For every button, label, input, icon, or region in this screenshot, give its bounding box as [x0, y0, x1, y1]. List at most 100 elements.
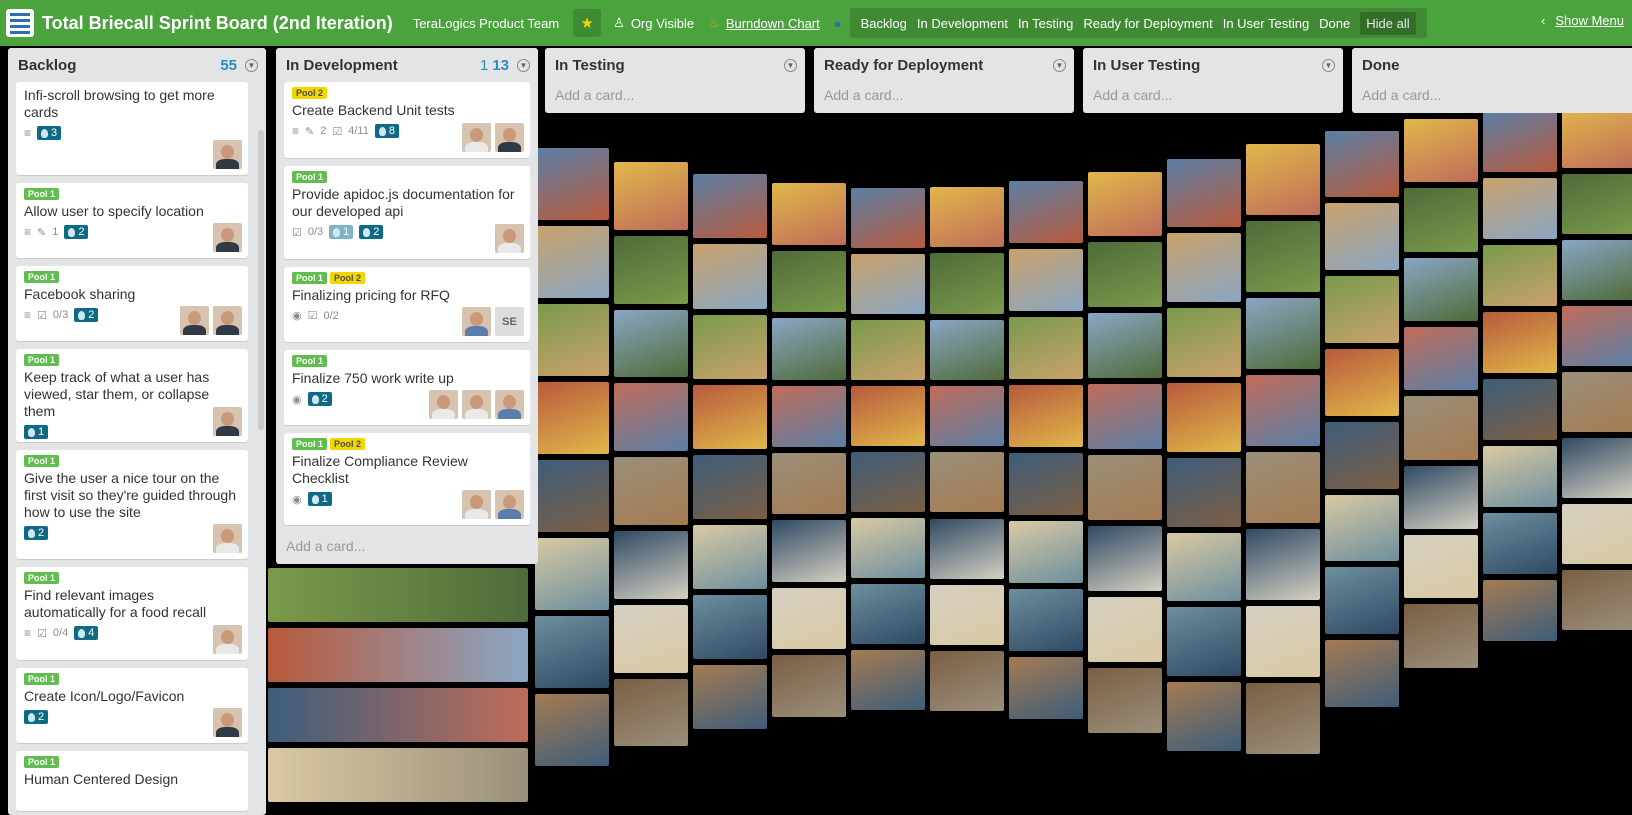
- background-photo-tile: [1562, 174, 1632, 235]
- background-photo-tile: [1562, 108, 1632, 169]
- avatar[interactable]: [213, 306, 242, 335]
- label-pool-1: Pool 1: [24, 188, 60, 200]
- chevron-down-icon[interactable]: ▼: [1322, 58, 1335, 72]
- card[interactable]: Infi-scroll browsing to get more cards ≡…: [16, 82, 248, 175]
- background-photo-tile: [693, 454, 767, 519]
- card[interactable]: Pool 1 Human Centered Design: [16, 751, 248, 811]
- points-badge-icon: [333, 227, 341, 237]
- card[interactable]: Pool 1 Create Icon/Logo/Favicon 2: [16, 668, 248, 743]
- chevron-left-icon: ‹: [1541, 13, 1546, 28]
- background-photo-tile: [772, 655, 846, 717]
- globe-icon[interactable]: ●: [834, 16, 842, 31]
- card[interactable]: Pool 1 Pool 2 Finalizing pricing for RFQ…: [284, 267, 530, 342]
- avatar[interactable]: [462, 307, 491, 336]
- chevron-down-icon[interactable]: ▼: [245, 58, 258, 72]
- points-value: 1: [343, 226, 350, 238]
- points-badge-icon: [311, 394, 319, 404]
- background-photo-tile: [930, 651, 1004, 712]
- background-photo-tile: [930, 452, 1004, 513]
- description-icon: ≡: [24, 626, 32, 640]
- background-photo-tile: [851, 518, 925, 579]
- label-pool-1: Pool 1: [24, 455, 60, 467]
- filter-in-testing[interactable]: In Testing: [1018, 16, 1073, 31]
- avatar[interactable]: [213, 625, 242, 654]
- label-pool-2: Pool 2: [330, 438, 366, 450]
- avatar[interactable]: [495, 123, 524, 152]
- add-card-button[interactable]: Add a card...: [822, 82, 1066, 113]
- avatar[interactable]: [495, 224, 524, 253]
- avatar[interactable]: [213, 140, 242, 169]
- avatar-initials[interactable]: SE: [495, 307, 524, 336]
- list-header[interactable]: In User Testing ▼: [1091, 48, 1335, 82]
- filter-in-user-testing[interactable]: In User Testing: [1223, 16, 1309, 31]
- background-photo-tile: [693, 594, 767, 660]
- card[interactable]: Pool 1 Keep track of what a user has vie…: [16, 349, 248, 442]
- background-photo-tile: [1562, 570, 1632, 631]
- add-card-button[interactable]: Add a card...: [1360, 82, 1624, 113]
- team-button[interactable]: TeraLogics Product Team: [413, 16, 559, 31]
- add-card-button[interactable]: Add a card...: [1091, 82, 1335, 113]
- card[interactable]: Pool 1 Pool 2 Finalize Compliance Review…: [284, 433, 530, 525]
- checklist-count: 0/4: [52, 627, 69, 639]
- filter-backlog[interactable]: Backlog: [861, 16, 907, 31]
- visibility-button[interactable]: ♙ Org Visible: [613, 15, 694, 31]
- hide-all-button[interactable]: Hide all: [1360, 11, 1416, 35]
- star-icon[interactable]: ★: [573, 9, 602, 37]
- board-title[interactable]: Total Briecall Sprint Board (2nd Iterati…: [42, 13, 393, 34]
- avatar[interactable]: [462, 123, 491, 152]
- chevron-down-icon[interactable]: ▼: [1053, 58, 1066, 72]
- avatar[interactable]: [180, 306, 209, 335]
- card[interactable]: Pool 1 Give the user a nice tour on the …: [16, 450, 248, 559]
- chevron-down-icon[interactable]: ▼: [784, 58, 797, 72]
- card-title: Finalize 750 work write up: [292, 370, 454, 386]
- avatar[interactable]: [495, 390, 524, 419]
- list-header[interactable]: Done: [1360, 48, 1624, 82]
- list-header[interactable]: Ready for Deployment ▼: [822, 48, 1066, 82]
- points-value: 1: [321, 493, 328, 505]
- add-card-button[interactable]: Add a card...: [284, 533, 530, 564]
- background-photo-tile: [535, 694, 609, 766]
- filter-ready-for-deployment[interactable]: Ready for Deployment: [1083, 16, 1212, 31]
- label-pool-2: Pool 2: [330, 272, 366, 284]
- background-photo-tile: [1009, 249, 1083, 312]
- comment-icon: ✎: [37, 226, 47, 239]
- background-photo-tile: [1325, 567, 1399, 635]
- avatar[interactable]: [213, 223, 242, 252]
- add-card-button[interactable]: Add a card...: [553, 82, 797, 113]
- avatar[interactable]: [213, 407, 242, 436]
- avatar[interactable]: [462, 490, 491, 519]
- list-header[interactable]: In Development 1 13 ▼: [284, 48, 530, 82]
- card[interactable]: Pool 1 Facebook sharing ≡ ☑ 0/3 2: [16, 266, 248, 341]
- card-count-sub: 1: [479, 56, 489, 74]
- card[interactable]: Pool 1 Provide apidoc.js documentation f…: [284, 166, 530, 259]
- avatar[interactable]: [213, 708, 242, 737]
- burndown-chart-link[interactable]: ♨ Burndown Chart: [708, 15, 820, 31]
- avatar[interactable]: [462, 390, 491, 419]
- avatar[interactable]: [429, 390, 458, 419]
- card[interactable]: Pool 1 Finalize 750 work write up ◉ 2: [284, 350, 530, 425]
- background-photo-tile: [1009, 181, 1083, 244]
- list-header[interactable]: In Testing ▼: [553, 48, 797, 82]
- card-title: Infi-scroll browsing to get more cards: [24, 87, 215, 120]
- background-photo-tile: [1404, 604, 1478, 668]
- avatar[interactable]: [495, 490, 524, 519]
- card[interactable]: Pool 1 Find relevant images automaticall…: [16, 567, 248, 660]
- background-photo-tile: [1246, 605, 1320, 677]
- points-badge-secondary: 1: [329, 225, 354, 239]
- app-logo-icon[interactable]: [6, 9, 34, 37]
- avatar[interactable]: [213, 524, 242, 553]
- description-icon: ≡: [24, 308, 32, 322]
- points-badge: 1: [307, 492, 332, 506]
- background-photo-tile: [1325, 421, 1399, 489]
- points-value: 2: [373, 226, 380, 238]
- list-scrollbar[interactable]: [258, 130, 264, 430]
- list-header[interactable]: Backlog 55 ▼: [16, 48, 258, 82]
- card[interactable]: Pool 2 Create Backend Unit tests ≡ ✎ 2 ☑ 4…: [284, 82, 530, 158]
- card[interactable]: Pool 1 Allow user to specify location ≡ …: [16, 183, 248, 258]
- show-menu-button[interactable]: ‹ Show Menu: [1541, 13, 1624, 28]
- chevron-down-icon[interactable]: ▼: [517, 58, 530, 72]
- checklist-count: 0/2: [323, 309, 339, 322]
- points-badge: 2: [64, 225, 89, 239]
- filter-done[interactable]: Done: [1319, 16, 1350, 31]
- filter-in-development[interactable]: In Development: [917, 16, 1008, 31]
